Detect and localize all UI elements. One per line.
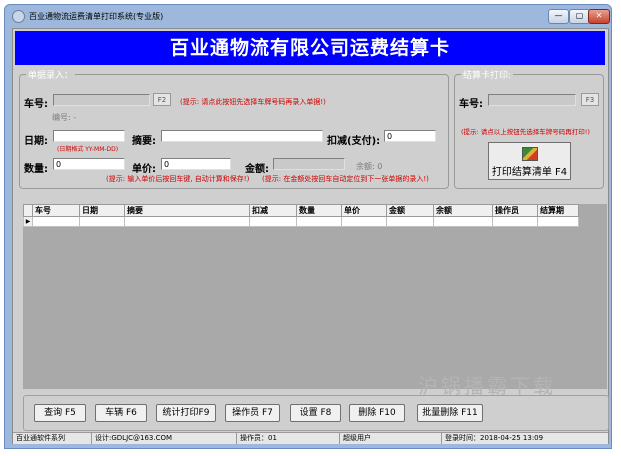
print-icon xyxy=(521,147,538,161)
amount-hint: (提示: 在金额处按回车自动定位到下一张单据的录入!) xyxy=(262,175,429,183)
query-button[interactable]: 查询 F5 xyxy=(34,404,86,422)
column-header-car[interactable]: 车号 xyxy=(32,204,80,217)
status-bar: 百业通软件系列 设计:GDLJC@163.COM 操作员：01 超级用户 登录时… xyxy=(13,432,608,444)
table-cell[interactable] xyxy=(433,216,493,227)
table-cell[interactable] xyxy=(492,216,538,227)
balance-label: 余额: 0 xyxy=(356,162,383,171)
client-area: 百业通物流有限公司运费结算卡 单据录入： 车号: F2 (提示: 请点此按钮先选… xyxy=(12,28,609,444)
maximize-button[interactable]: ▢ xyxy=(569,9,590,24)
table-cell[interactable] xyxy=(537,216,579,227)
stats-print-button[interactable]: 统计打印F9 xyxy=(156,404,216,422)
table-row[interactable]: ▶ xyxy=(23,216,579,227)
status-product: 百业通软件系列 xyxy=(13,433,92,444)
settle-select-car-button[interactable]: F3 xyxy=(581,93,599,106)
settle-legend: 结算卡打印: xyxy=(461,68,514,81)
row-selector-header xyxy=(23,204,33,217)
status-role: 超级用户 xyxy=(340,433,442,444)
records-table: 车号 日期 摘要 扣减 数量 单价 金额 余额 操作员 结算期 ▶ xyxy=(23,204,579,227)
entry-legend: 单据录入： xyxy=(26,68,76,81)
row-marker-icon: ▶ xyxy=(23,216,33,227)
records-grid[interactable]: 车号 日期 摘要 扣减 数量 单价 金额 余额 操作员 结算期 ▶ xyxy=(23,204,607,389)
table-cell[interactable] xyxy=(296,216,342,227)
deduct-label: 扣减(支付): xyxy=(327,136,381,147)
column-header-balance[interactable]: 余额 xyxy=(433,204,493,217)
number-label: 编号: - xyxy=(52,113,77,122)
calc-hint: (提示: 输入单价后按回车键, 自动计算和保存!) xyxy=(106,175,250,183)
window-title: 百业通物流运费清单打印系统(专业版) xyxy=(29,12,164,21)
car-hint: (提示: 请点此按钮先选择车牌号码再录入单据!) xyxy=(180,98,326,106)
column-header-deduct[interactable]: 扣减 xyxy=(249,204,297,217)
summary-label: 摘要: xyxy=(132,136,156,147)
status-operator: 操作员：01 xyxy=(237,433,340,444)
close-button[interactable]: ✕ xyxy=(588,9,610,24)
vehicle-button[interactable]: 车辆 F6 xyxy=(95,404,147,422)
company-banner: 百业通物流有限公司运费结算卡 xyxy=(15,31,605,65)
operator-button[interactable]: 操作员 F7 xyxy=(225,404,280,422)
status-login-time: 登录时间：2018-04-25 13:09 xyxy=(445,434,544,442)
app-icon xyxy=(12,10,25,23)
table-cell[interactable] xyxy=(386,216,434,227)
delete-button[interactable]: 删除 F10 xyxy=(349,404,405,422)
table-cell[interactable] xyxy=(341,216,387,227)
settle-car-field[interactable] xyxy=(488,94,576,106)
status-design: 设计:GDLJC@163.COM xyxy=(92,433,237,444)
column-header-settle-period[interactable]: 结算期 xyxy=(537,204,579,217)
table-header-row: 车号 日期 摘要 扣减 数量 单价 金额 余额 操作员 结算期 xyxy=(23,204,579,217)
table-cell[interactable] xyxy=(124,216,250,227)
app-window: 百业通物流运费清单打印系统(专业版) — ▢ ✕ 百业通物流有限公司运费结算卡 … xyxy=(4,4,612,449)
column-header-date[interactable]: 日期 xyxy=(79,204,125,217)
quantity-field[interactable]: 0 xyxy=(53,158,125,170)
quantity-label: 数量: xyxy=(24,164,48,175)
deduct-field[interactable]: 0 xyxy=(384,130,436,142)
settings-button[interactable]: 设置 F8 xyxy=(290,404,341,422)
date-label: 日期: xyxy=(24,136,48,147)
column-header-operator[interactable]: 操作员 xyxy=(492,204,538,217)
summary-field[interactable] xyxy=(161,130,323,142)
unit-price-field[interactable]: 0 xyxy=(161,158,231,170)
car-number-field[interactable] xyxy=(53,94,150,106)
print-settlement-button[interactable]: 打印结算清单 F4 xyxy=(488,142,571,180)
car-label: 车号: xyxy=(24,99,48,110)
column-header-amount[interactable]: 金额 xyxy=(386,204,434,217)
amount-label: 金额: xyxy=(245,164,269,175)
date-field[interactable] xyxy=(53,130,125,142)
date-format-hint: (日期格式 YY-MM-DD) xyxy=(57,146,119,153)
column-header-summary[interactable]: 摘要 xyxy=(124,204,250,217)
table-cell[interactable] xyxy=(32,216,80,227)
settle-hint: (提示: 请点以上按钮先选择车牌号码再打印!) xyxy=(461,128,590,136)
button-bar: 查询 F5 车辆 F6 统计打印F9 操作员 F7 设置 F8 删除 F10 批… xyxy=(23,395,609,431)
column-header-price[interactable]: 单价 xyxy=(341,204,387,217)
batch-delete-button[interactable]: 批量删除 F11 xyxy=(417,404,483,422)
table-cell[interactable] xyxy=(79,216,125,227)
price-label: 单价: xyxy=(132,164,156,175)
title-bar[interactable]: 百业通物流运费清单打印系统(专业版) — ▢ ✕ xyxy=(5,5,611,27)
settle-car-label: 车号: xyxy=(459,99,483,110)
minimize-button[interactable]: — xyxy=(548,9,569,24)
select-car-button[interactable]: F2 xyxy=(153,93,171,106)
print-settlement-label: 打印结算清单 F4 xyxy=(491,167,568,178)
amount-field[interactable] xyxy=(273,158,345,170)
column-header-quantity[interactable]: 数量 xyxy=(296,204,342,217)
table-cell[interactable] xyxy=(249,216,297,227)
